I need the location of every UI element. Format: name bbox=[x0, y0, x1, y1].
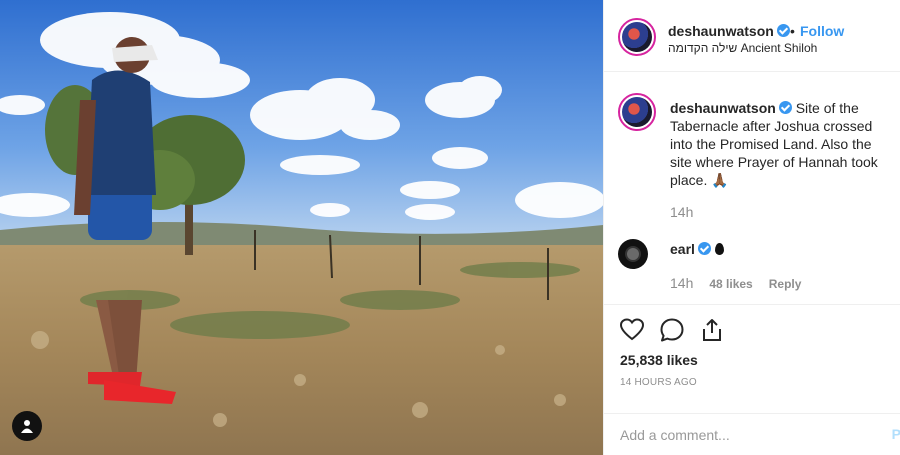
share-icon bbox=[703, 319, 721, 341]
reply-button[interactable]: Reply bbox=[769, 277, 802, 291]
like-button[interactable] bbox=[619, 317, 645, 343]
post-image bbox=[0, 0, 603, 455]
author-username[interactable]: deshaunwatson bbox=[668, 23, 790, 39]
commenter-username[interactable]: earl bbox=[670, 241, 724, 257]
comment-input[interactable] bbox=[620, 414, 870, 455]
comment-time[interactable]: 14h bbox=[670, 275, 693, 291]
caption-username[interactable]: deshaunwatson bbox=[670, 100, 792, 116]
comment-button[interactable] bbox=[659, 317, 685, 343]
comment-likes[interactable]: 48 likes bbox=[709, 277, 752, 291]
follow-button[interactable]: Follow bbox=[800, 23, 844, 39]
verified-badge-icon bbox=[778, 101, 792, 114]
post-header: deshaunwatson • Follow שילה הקדומה Ancie… bbox=[604, 0, 900, 72]
post-side-panel: deshaunwatson • Follow שילה הקדומה Ancie… bbox=[603, 0, 900, 455]
person-icon bbox=[21, 420, 33, 433]
post-comment-button[interactable]: P bbox=[892, 426, 900, 442]
add-comment-bar: P bbox=[604, 413, 900, 455]
post-timestamp[interactable]: 14 HOURS AGO bbox=[620, 377, 697, 388]
caption-avatar[interactable] bbox=[618, 93, 656, 131]
location-link[interactable]: שילה הקדומה Ancient Shiloh bbox=[668, 41, 817, 55]
verified-badge-icon bbox=[697, 242, 711, 255]
separator-dot: • bbox=[790, 23, 795, 39]
author-avatar[interactable] bbox=[618, 18, 656, 56]
heart-icon bbox=[619, 318, 645, 341]
caption-time[interactable]: 14h bbox=[670, 204, 693, 220]
speech-bubble-icon bbox=[660, 318, 684, 342]
verified-badge-icon bbox=[776, 24, 790, 37]
share-button[interactable] bbox=[699, 317, 725, 343]
tagged-users-button[interactable] bbox=[12, 411, 42, 441]
post-actions: 25,838 likes 14 HOURS AGO bbox=[604, 304, 900, 414]
drop-icon bbox=[714, 243, 724, 255]
post-photo[interactable] bbox=[0, 0, 603, 455]
commenter-avatar[interactable] bbox=[618, 239, 648, 269]
caption-text: deshaunwatson Site of the Tabernacle aft… bbox=[670, 99, 892, 189]
likes-count[interactable]: 25,838 likes bbox=[620, 352, 698, 368]
comment-meta: 14h 48 likes Reply bbox=[670, 275, 801, 291]
